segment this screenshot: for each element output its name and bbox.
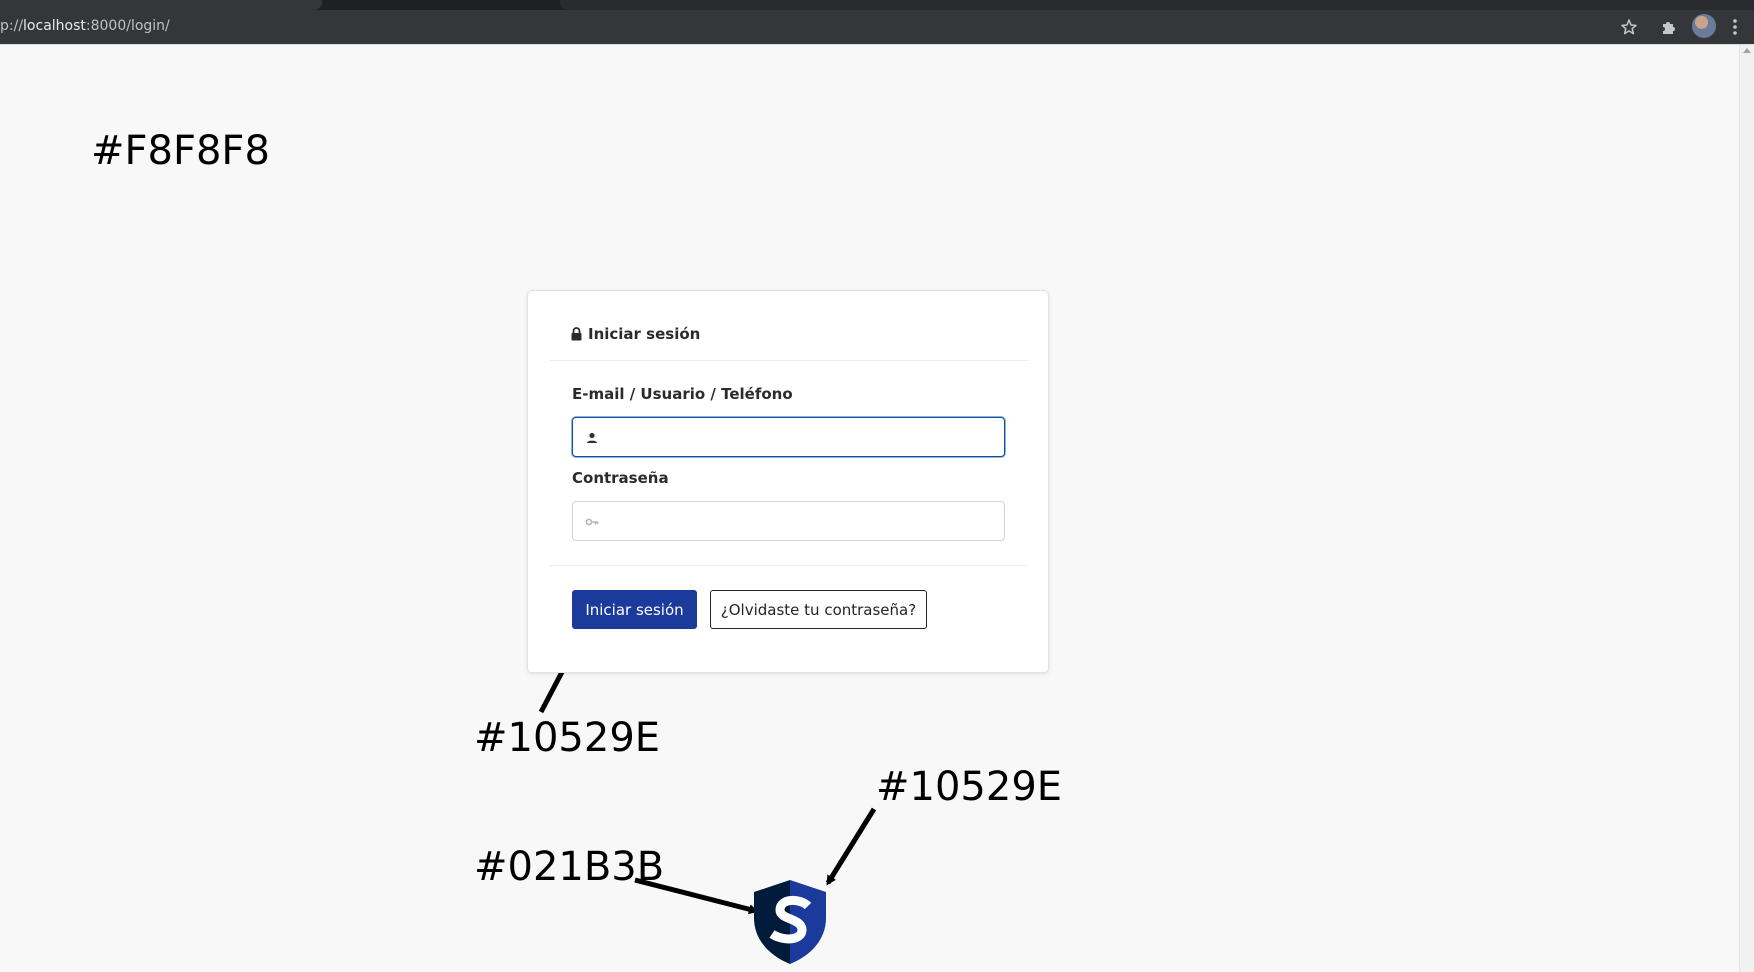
password-label: Contraseña [572, 469, 669, 487]
card-title: Iniciar sesión [571, 325, 700, 343]
url-path: :8000/login/ [85, 18, 170, 34]
url-host: localhost [23, 18, 86, 34]
card-title-text: Iniciar sesión [588, 325, 701, 343]
forgot-password-button[interactable]: ¿Olvidaste tu contraseña? [710, 590, 927, 629]
arrow-to-logo-light [825, 807, 877, 886]
password-input[interactable] [605, 502, 1001, 540]
address-bar[interactable]: p://localhost:8000/login/ [0, 16, 170, 36]
password-field[interactable] [572, 501, 1005, 541]
star-icon[interactable] [1618, 16, 1640, 38]
url-prefix: p:// [0, 18, 24, 34]
user-icon [585, 430, 599, 444]
annotation-button-color: #10529E [474, 715, 661, 761]
puzzle-icon[interactable] [1658, 16, 1680, 38]
key-icon [585, 514, 599, 528]
browser-tab-strip [0, 0, 1754, 10]
kebab-menu-icon[interactable] [1724, 16, 1746, 38]
login-card: Iniciar sesión E-mail / Usuario / Teléfo… [527, 290, 1049, 673]
username-label: E-mail / Usuario / Teléfono [572, 385, 793, 403]
browser-tab-inactive[interactable] [560, 0, 1754, 10]
shield-logo-icon [750, 876, 830, 966]
browser-tab-active[interactable] [0, 0, 322, 10]
scroll-up-arrow-icon[interactable] [1743, 48, 1751, 53]
annotation-logo-light: #10529E [876, 764, 1063, 810]
annotation-page-bg: #F8F8F8 [91, 128, 270, 174]
login-button[interactable]: Iniciar sesión [572, 590, 697, 629]
username-field[interactable] [572, 417, 1005, 457]
profile-avatar[interactable] [1692, 14, 1716, 38]
card-header: Iniciar sesión [550, 291, 1028, 361]
username-input[interactable] [605, 418, 1001, 456]
page-scrollbar[interactable] [1739, 45, 1754, 972]
annotation-logo-dark: #021B3B [474, 844, 665, 890]
browser-toolbar: p://localhost:8000/login/ [0, 10, 1754, 44]
lock-icon [571, 327, 582, 341]
toolbar-divider [0, 44, 1754, 45]
card-footer-divider [550, 565, 1028, 566]
